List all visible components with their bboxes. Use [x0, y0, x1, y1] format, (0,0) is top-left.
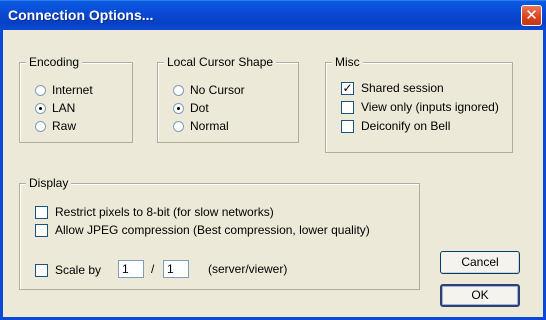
- jpeg-compression-checkbox[interactable]: [35, 223, 48, 237]
- encoding-legend: Encoding: [26, 55, 83, 69]
- scale-label: Scale by: [55, 263, 102, 277]
- encoding-option-label: LAN: [52, 101, 76, 115]
- close-icon: ✕: [525, 7, 538, 24]
- cursor-option-label: Normal: [190, 119, 229, 133]
- radio-button[interactable]: [173, 120, 184, 132]
- scale-denominator-input[interactable]: 1: [163, 260, 189, 278]
- view-only-option[interactable]: View only (inputs ignored): [341, 99, 499, 115]
- encoding-option-raw[interactable]: Raw: [35, 118, 76, 134]
- title-bar: Connection Options... ✕: [0, 0, 546, 30]
- encoding-option-label: Internet: [52, 83, 93, 97]
- radio-button-selected[interactable]: [35, 102, 46, 114]
- restrict-8bit-checkbox[interactable]: [35, 205, 48, 219]
- view-only-checkbox[interactable]: [341, 100, 354, 114]
- ok-button[interactable]: OK: [440, 284, 520, 307]
- cursor-option-normal[interactable]: Normal: [173, 118, 229, 134]
- cursor-option-label: No Cursor: [190, 83, 245, 97]
- jpeg-compression-label: Allow JPEG compression (Best compression…: [55, 223, 370, 237]
- shared-session-option[interactable]: ✓ Shared session: [341, 80, 444, 96]
- cursor-option-dot[interactable]: Dot: [173, 100, 209, 116]
- radio-button[interactable]: [35, 120, 46, 132]
- misc-legend: Misc: [332, 55, 363, 69]
- cursor-option-no-cursor[interactable]: No Cursor: [173, 82, 245, 98]
- shared-session-checkbox[interactable]: ✓: [341, 80, 354, 95]
- scale-checkbox[interactable]: [35, 263, 48, 277]
- shared-session-label: Shared session: [361, 81, 444, 95]
- deiconify-option[interactable]: Deiconify on Bell: [341, 118, 450, 134]
- encoding-option-lan[interactable]: LAN: [35, 100, 75, 116]
- window-title: Connection Options...: [8, 7, 154, 23]
- radio-button[interactable]: [173, 84, 184, 96]
- restrict-8bit-option[interactable]: Restrict pixels to 8-bit (for slow netwo…: [35, 204, 274, 220]
- cancel-button[interactable]: Cancel: [440, 251, 520, 274]
- scale-separator: /: [151, 262, 155, 276]
- radio-button[interactable]: [35, 84, 46, 96]
- cursor-shape-legend: Local Cursor Shape: [164, 55, 277, 69]
- encoding-option-internet[interactable]: Internet: [35, 82, 93, 98]
- scale-suffix: (server/viewer): [208, 262, 288, 276]
- radio-button-selected[interactable]: [173, 102, 184, 114]
- jpeg-compression-option[interactable]: Allow JPEG compression (Best compression…: [35, 222, 370, 238]
- display-legend: Display: [26, 176, 72, 190]
- view-only-label: View only (inputs ignored): [361, 100, 499, 114]
- scale-option[interactable]: Scale by: [35, 262, 101, 278]
- deiconify-label: Deiconify on Bell: [361, 119, 451, 133]
- deiconify-checkbox[interactable]: [341, 119, 354, 133]
- scale-numerator-input[interactable]: 1: [118, 260, 144, 278]
- cursor-option-label: Dot: [190, 101, 209, 115]
- restrict-8bit-label: Restrict pixels to 8-bit (for slow netwo…: [55, 205, 274, 219]
- close-button[interactable]: ✕: [521, 5, 542, 26]
- checkmark-icon: ✓: [342, 80, 353, 95]
- encoding-option-label: Raw: [52, 119, 77, 133]
